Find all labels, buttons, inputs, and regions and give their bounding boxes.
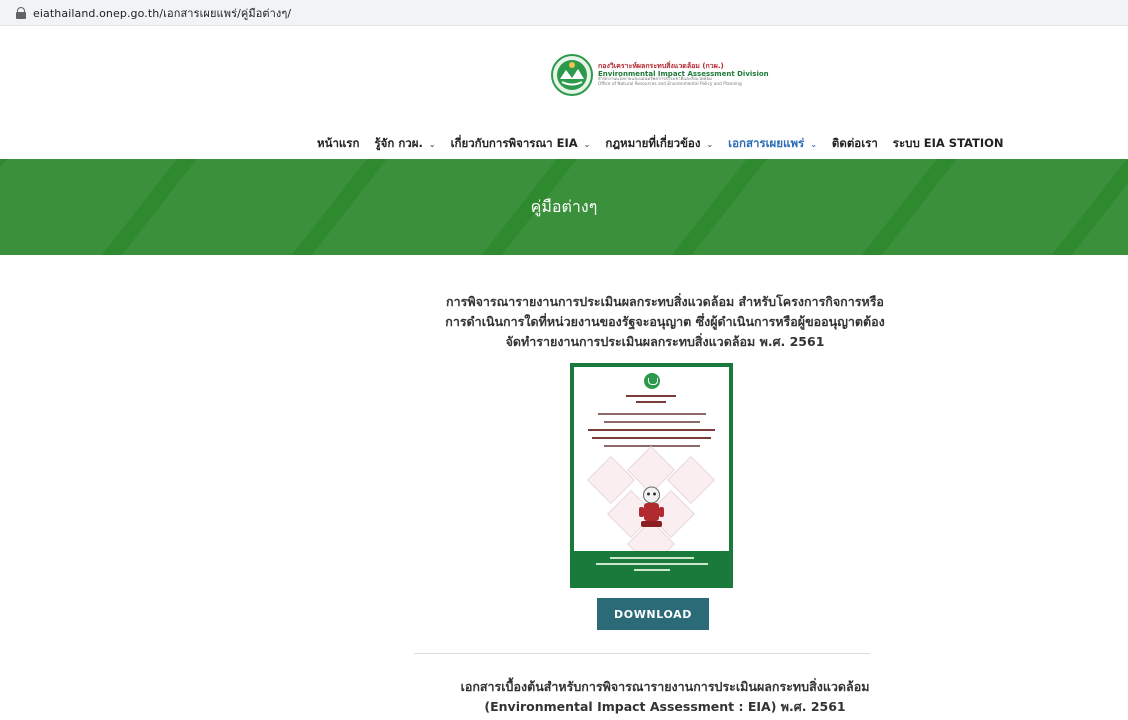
cover-text-line [588, 429, 715, 431]
chevron-down-icon: ⌄ [583, 139, 591, 149]
document-title: การพิจารณารายงานการประเมินผลกระทบสิ่งแวด… [300, 292, 1030, 352]
nav-item-home[interactable]: หน้าแรก [317, 135, 359, 153]
nav-item-eia-station[interactable]: ระบบ EIA STATION [893, 135, 1004, 153]
document-title-line: จัดทำรายงานการประเมินผลกระทบสิ่งแวดล้อม … [505, 334, 825, 349]
cover-text-line [604, 421, 700, 423]
cover-mascot-icon [639, 486, 664, 527]
nav-item-label: ติดต่อเรา [831, 136, 878, 150]
onep-emblem-icon [551, 54, 593, 96]
nav-item-label: รู้จัก กวผ. [374, 136, 423, 150]
chevron-down-icon: ⌄ [706, 139, 714, 149]
nav-item-label: เกี่ยวกับการพิจารณา EIA [450, 136, 578, 150]
cover-text-line [636, 401, 666, 403]
cover-text-line [598, 413, 706, 415]
nav-item-eia-review[interactable]: เกี่ยวกับการพิจารณา EIA ⌄ [451, 135, 591, 153]
cover-text-line [592, 437, 711, 439]
document-cover-image[interactable] [570, 363, 733, 588]
cover-footer [574, 551, 729, 584]
nav-item-label: กฎหมายที่เกี่ยวข้อง [605, 136, 701, 150]
document-title: เอกสารเบื้องต้นสำหรับการพิจารณารายงานการ… [300, 677, 1030, 717]
nav-item-laws[interactable]: กฎหมายที่เกี่ยวข้อง ⌄ [605, 135, 713, 153]
nav-item-publications[interactable]: เอกสารเผยแพร่ ⌄ [728, 135, 817, 153]
url-text[interactable]: eiathailand.onep.go.th/เอกสารเผยแพร่/คู่… [33, 4, 291, 22]
section-divider [414, 653, 870, 654]
page-banner: คู่มือต่างๆ [0, 159, 1128, 255]
page-title: คู่มือต่างๆ [530, 196, 598, 216]
download-button[interactable]: DOWNLOAD [597, 598, 709, 630]
cover-footer-line [634, 569, 670, 571]
nav-item-label: เอกสารเผยแพร่ [728, 136, 805, 150]
cover-page [574, 367, 729, 584]
document-title-line: การพิจารณารายงานการประเมินผลกระทบสิ่งแวด… [446, 294, 884, 309]
nav-item-label: หน้าแรก [317, 136, 360, 150]
lock-icon [16, 6, 26, 19]
nav-item-label: ระบบ EIA STATION [892, 136, 1004, 150]
logo-subtitle-en: Office of Natural Resources and Environm… [598, 82, 742, 88]
document-title-line: (Environmental Impact Assessment : EIA) … [484, 699, 846, 714]
nav-item-contact[interactable]: ติดต่อเรา [832, 135, 878, 153]
site-logo[interactable]: กองวิเคราะห์ผลกระทบสิ่งแวดล้อม (กวผ.) En… [551, 54, 769, 96]
nav-item-about[interactable]: รู้จัก กวผ. ⌄ [374, 135, 435, 153]
document-title-line: การดำเนินการใดที่หน่วยงานของรัฐจะอนุญาต … [445, 314, 885, 329]
cover-text-line [626, 395, 676, 397]
logo-title-th: กองวิเคราะห์ผลกระทบสิ่งแวดล้อม (กวผ.) [598, 62, 724, 71]
address-bar[interactable]: eiathailand.onep.go.th/เอกสารเผยแพร่/คู่… [0, 0, 1128, 26]
main-nav: หน้าแรก รู้จัก กวผ. ⌄ เกี่ยวกับการพิจารณ… [317, 135, 1019, 153]
chevron-down-icon: ⌄ [428, 139, 436, 149]
cover-footer-line [596, 563, 708, 565]
document-title-line: เอกสารเบื้องต้นสำหรับการพิจารณารายงานการ… [460, 679, 870, 694]
cover-footer-line [610, 557, 694, 559]
cover-emblem-icon [644, 373, 660, 389]
chevron-down-icon: ⌄ [810, 139, 817, 149]
logo-text: กองวิเคราะห์ผลกระทบสิ่งแวดล้อม (กวผ.) En… [598, 62, 769, 88]
